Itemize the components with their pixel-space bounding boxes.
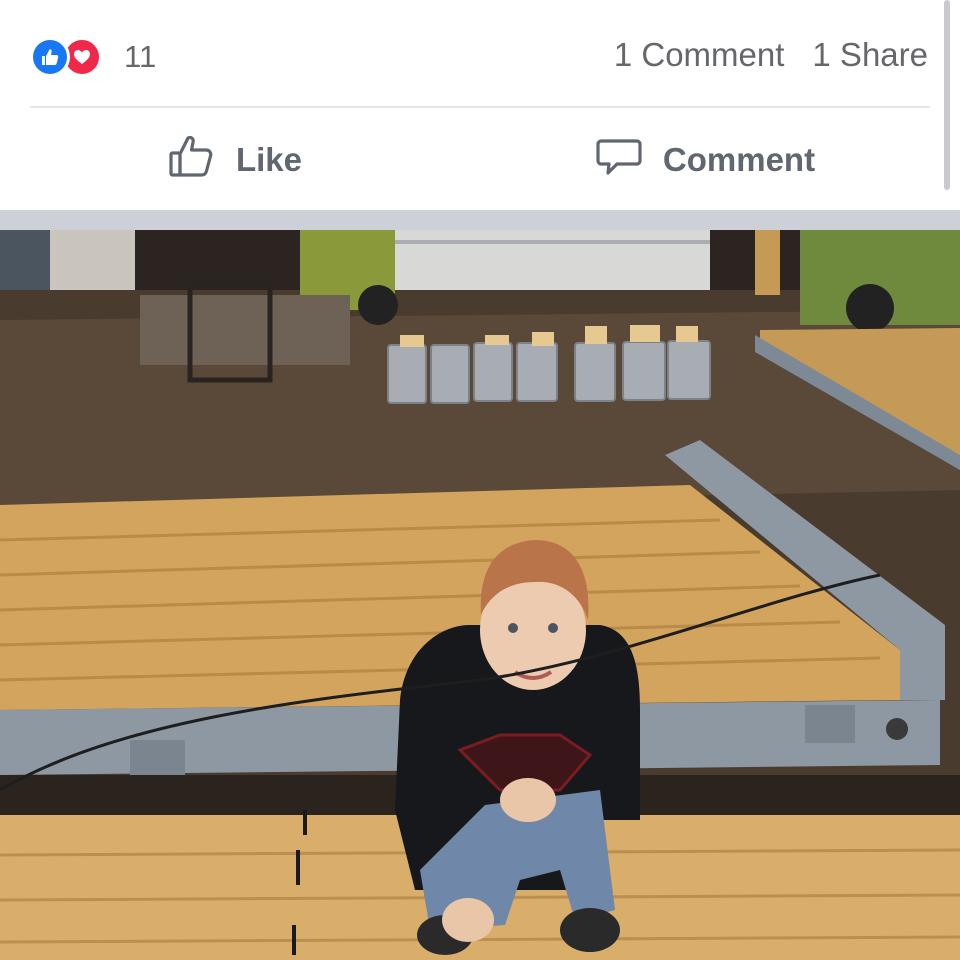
scrollbar[interactable] <box>944 0 950 190</box>
shares-count-link[interactable]: 1 Share <box>812 36 928 74</box>
speech-bubble-icon <box>595 132 643 188</box>
post-separator <box>0 210 960 230</box>
comments-count-link[interactable]: 1 Comment <box>614 36 785 74</box>
like-button[interactable]: Like <box>0 120 470 200</box>
engagement-stats: 1 Comment 1 Share <box>614 36 928 74</box>
reaction-summary[interactable]: 11 <box>30 30 156 84</box>
divider <box>30 106 930 108</box>
photo-illustration <box>0 230 960 960</box>
like-reaction-icon <box>30 37 70 77</box>
like-label: Like <box>235 141 303 178</box>
post-photo[interactable] <box>0 230 960 960</box>
reaction-count[interactable]: 11 <box>124 39 156 75</box>
post-footer: 11 1 Comment 1 Share Like Comment <box>0 0 960 210</box>
comment-button[interactable]: Comment <box>470 120 940 200</box>
thumbs-up-icon <box>168 132 216 188</box>
action-bar: Like Comment <box>0 120 940 200</box>
comment-label: Comment <box>662 141 816 178</box>
